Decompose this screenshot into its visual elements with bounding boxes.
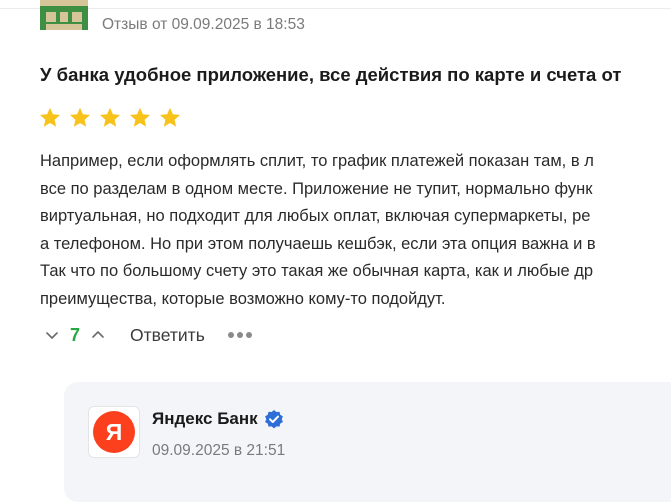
star-icon xyxy=(70,107,90,127)
bank-name: Яндекс Банк xyxy=(152,409,258,428)
top-divider xyxy=(0,0,671,9)
reply-date: 09.09.2025 в 21:51 xyxy=(152,442,286,459)
review-text-line: преимущества, которые возможно кому-то п… xyxy=(40,289,446,308)
review-text-line: все по разделам в одном месте. Приложени… xyxy=(40,179,593,198)
reply-button[interactable]: Ответить xyxy=(130,325,205,346)
review-actions: 7 Ответить xyxy=(40,320,255,350)
review-text-line: Так что по большому счету это такая же о… xyxy=(40,262,594,280)
verified-icon xyxy=(264,410,283,429)
star-icon xyxy=(40,107,60,127)
bank-logo: Я xyxy=(88,406,140,458)
review-text-line: виртуальная, но подходит для любых оплат… xyxy=(40,207,591,225)
review-text-line: Например, если оформлять сплит, то графи… xyxy=(40,152,594,170)
vote-count: 7 xyxy=(70,324,81,345)
review-text-line: а телефоном. Но при этом получаешь кешбэ… xyxy=(40,234,596,253)
chevron-up-icon[interactable] xyxy=(86,323,110,347)
star-icon xyxy=(160,107,180,127)
review-title: У банка удобное приложение, все действия… xyxy=(40,64,622,85)
review-date: Отзыв от 09.09.2025 в 18:53 xyxy=(102,16,305,33)
star-icon xyxy=(100,107,120,127)
more-dots-icon[interactable] xyxy=(225,323,255,347)
star-icon xyxy=(130,107,150,127)
bank-reply-card: Я Яндекс Банк 09.09.2025 в 21:51 xyxy=(64,382,671,502)
rating-stars xyxy=(38,106,182,130)
bank-name-row: Яндекс Банк xyxy=(152,409,284,429)
review-text: Например, если оформлять сплит, то графи… xyxy=(40,148,671,313)
logo-letter: Я xyxy=(106,419,123,445)
user-avatar xyxy=(40,0,88,30)
chevron-down-icon[interactable] xyxy=(40,323,64,347)
